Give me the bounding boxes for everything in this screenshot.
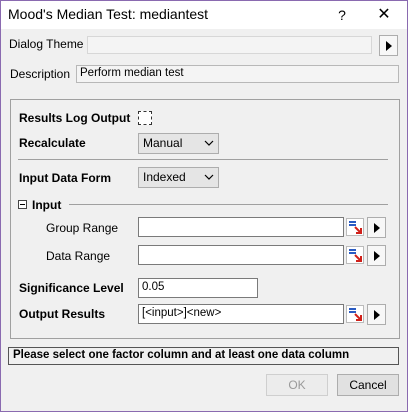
range-select-icon — [349, 221, 362, 234]
range-select-icon — [349, 249, 362, 262]
significance-label: Significance Level — [19, 281, 124, 295]
input-group-label: Input — [32, 198, 62, 212]
results-log-checkbox[interactable] — [138, 111, 152, 125]
cancel-button[interactable]: Cancel — [337, 374, 399, 396]
range-selector-button[interactable] — [346, 218, 364, 236]
ok-button[interactable]: OK — [266, 374, 328, 396]
group-range-menu-button[interactable] — [367, 217, 386, 238]
title-bar: Mood's Median Test: mediantest ? ✕ — [1, 1, 407, 29]
group-range-input[interactable] — [138, 217, 344, 237]
input-form-select[interactable]: Indexed — [138, 167, 219, 188]
status-message: Please select one factor column and at l… — [8, 347, 399, 365]
play-icon — [385, 40, 392, 51]
output-results-label: Output Results — [19, 307, 105, 321]
recalculate-value: Manual — [143, 136, 183, 150]
chevron-down-icon — [204, 174, 214, 180]
input-form-label: Input Data Form — [19, 171, 111, 185]
range-select-icon — [349, 308, 362, 321]
dialog-theme-label: Dialog Theme — [9, 37, 84, 51]
window-title: Mood's Median Test: mediantest — [8, 6, 209, 22]
data-range-input[interactable] — [138, 245, 344, 265]
range-selector-button[interactable] — [346, 246, 364, 264]
dialog-theme-field[interactable] — [87, 36, 372, 54]
divider — [69, 204, 388, 205]
recalculate-label: Recalculate — [19, 136, 86, 150]
recalculate-select[interactable]: Manual — [138, 133, 219, 154]
close-button[interactable]: ✕ — [371, 4, 397, 26]
dialog-window: Mood's Median Test: mediantest ? ✕ Dialo… — [0, 0, 408, 412]
play-icon — [373, 222, 380, 233]
data-range-label: Data Range — [46, 249, 111, 263]
data-range-menu-button[interactable] — [367, 245, 386, 266]
collapse-input-toggle[interactable] — [18, 200, 27, 209]
range-selector-button[interactable] — [346, 305, 364, 323]
description-field: Perform median test — [76, 65, 399, 83]
output-results-input[interactable]: [<input>]<new> — [138, 304, 344, 324]
theme-menu-button[interactable] — [379, 35, 398, 56]
chevron-down-icon — [204, 140, 214, 146]
play-icon — [373, 309, 380, 320]
play-icon — [373, 250, 380, 261]
description-label: Description — [10, 67, 71, 81]
help-button[interactable]: ? — [329, 4, 355, 26]
output-results-menu-button[interactable] — [367, 304, 386, 325]
divider — [18, 159, 388, 160]
group-range-label: Group Range — [46, 221, 119, 235]
input-form-value: Indexed — [143, 170, 186, 184]
significance-input[interactable]: 0.05 — [138, 278, 258, 298]
results-log-label: Results Log Output — [19, 111, 131, 125]
